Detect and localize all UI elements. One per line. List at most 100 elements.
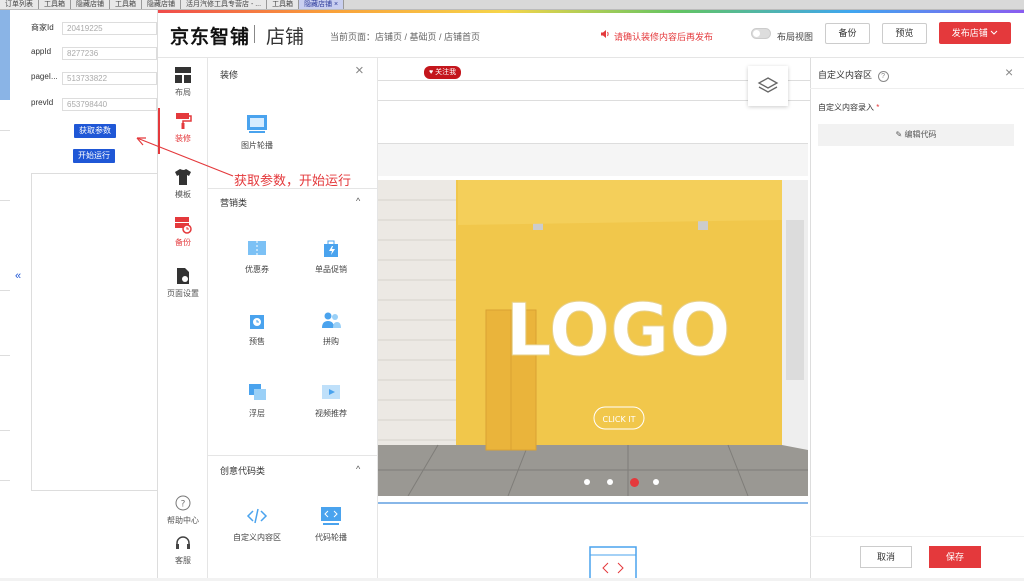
sidebar-item-service[interactable]: 客服 (158, 534, 208, 566)
comp-custom-area-label: 自定义内容区 (233, 533, 281, 542)
video-play-icon (322, 385, 340, 399)
page-id-input[interactable]: 513733822 (62, 72, 157, 85)
sidebar-item-backup-label: 备份 (175, 238, 191, 247)
tab-hidden-shop-1[interactable]: 隐藏店铺 (71, 0, 110, 9)
carousel-dot[interactable] (607, 479, 613, 485)
collapse-panel-icon[interactable]: « (15, 270, 21, 282)
required-mark: * (876, 103, 880, 112)
close-icon[interactable]: × (1005, 64, 1013, 80)
headset-icon (176, 536, 190, 549)
tab-hidden-shop-active[interactable]: 隐藏店铺 × (299, 0, 345, 9)
backup-button[interactable]: 备份 (825, 23, 870, 44)
tab-order-list[interactable]: 订单列表 (0, 0, 39, 9)
section-divider (208, 455, 378, 456)
tab-toolbox-1[interactable]: 工具箱 (39, 0, 71, 9)
prev-id-input[interactable]: 653798440 (62, 98, 157, 111)
annotation-arrow (136, 137, 234, 177)
code-carousel-icon (321, 507, 341, 525)
canvas-line (378, 100, 810, 101)
help-circle-icon[interactable]: ? (877, 71, 889, 82)
property-panel-title: 自定义内容区 (818, 70, 873, 80)
chevron-up-icon[interactable]: ^ (356, 464, 360, 474)
tab-toolbox-3[interactable]: 工具箱 (267, 0, 300, 9)
tab-toolbox-2[interactable]: 工具箱 (110, 0, 142, 9)
start-run-button[interactable]: 开始运行 (73, 149, 115, 163)
tab-auto-repair-store[interactable]: 活月汽修工具专营店 - ... (181, 0, 268, 9)
code-window-icon (588, 545, 638, 581)
publish-store-label: 发布店铺 (951, 28, 988, 38)
close-icon[interactable]: × (355, 62, 364, 79)
layers-button[interactable] (748, 66, 788, 106)
carousel-dot[interactable] (584, 479, 590, 485)
group-users-icon (322, 312, 341, 328)
comp-code-carousel-label: 代码轮播 (315, 533, 347, 542)
layers-icon (757, 77, 779, 93)
image-carousel-icon (247, 115, 267, 133)
svg-text:?: ? (181, 500, 186, 510)
panel-title: 装修 (220, 70, 239, 80)
section-creative-code: 创意代码类 (220, 466, 266, 476)
carousel-dot[interactable] (653, 479, 659, 485)
banner-click-button[interactable]: CLICK IT (602, 415, 635, 424)
layout-view-toggle[interactable] (751, 28, 771, 39)
layout-view-label: 布局视图 (777, 32, 814, 42)
comp-coupon[interactable]: 优惠券 (222, 238, 292, 275)
comp-image-carousel-label: 图片轮播 (241, 141, 273, 150)
banner-bottom-line (378, 502, 808, 504)
tab-hidden-shop-2[interactable]: 隐藏店铺 (142, 0, 181, 9)
browser-tab-strip: 订单列表 工具箱 隐藏店铺 工具箱 隐藏店铺 活月汽修工具专营店 - ... 工… (0, 0, 1024, 10)
sidebar-item-layout[interactable]: 布局 (158, 66, 208, 98)
annotation-text: 获取参数，开始运行 (234, 173, 352, 188)
save-button[interactable]: 保存 (929, 546, 981, 568)
sidebar-item-help[interactable]: ? 帮助中心 (158, 494, 208, 526)
heart-icon: ♥ (429, 69, 434, 76)
float-layer-icon (249, 384, 266, 400)
presale-icon (250, 315, 264, 329)
follow-me-button[interactable]: ♥ 关注我 (424, 66, 462, 79)
speaker-icon (600, 29, 610, 42)
cancel-button[interactable]: 取消 (860, 546, 912, 568)
help-icon: ? (175, 495, 191, 511)
field-label-merchant-id: 商家Id (31, 23, 54, 32)
custom-content-label: 自定义内容录入 (818, 103, 874, 112)
comp-group-buy[interactable]: 拼购 (296, 310, 366, 347)
brand-subtitle: 店铺 (266, 27, 305, 48)
chevron-down-icon (990, 28, 998, 38)
brand-logo: 京东智铺 (170, 27, 251, 48)
comp-float-layer[interactable]: 浮层 (222, 382, 292, 419)
carousel-dot[interactable] (630, 478, 639, 487)
breadcrumb: 当前页面：店铺页 / 基础页 / 店铺首页 (330, 32, 481, 42)
edit-code-button[interactable]: ✎ 编辑代码 (818, 124, 1014, 146)
comp-video-rec[interactable]: 视频推荐 (296, 382, 366, 419)
follow-me-label: 关注我 (435, 69, 457, 76)
canvas-nav-band[interactable] (378, 143, 808, 176)
publish-store-button[interactable]: 发布店铺 (939, 22, 1011, 44)
comp-presale[interactable]: 预售 (222, 310, 292, 347)
backup-icon (175, 217, 192, 234)
chevron-up-icon[interactable]: ^ (356, 196, 360, 206)
section-marketing: 营销类 (220, 198, 248, 208)
property-panel-header: 自定义内容区 ? (818, 68, 889, 82)
sidebar-item-page-settings[interactable]: 页面设置 (158, 267, 208, 299)
app-id-input[interactable]: 8277236 (62, 47, 157, 60)
get-params-button[interactable]: 获取参数 (74, 124, 116, 138)
merchant-id-input[interactable]: 20419225 (62, 22, 157, 35)
banner-image[interactable]: LOGO CLICK IT (378, 180, 808, 496)
sidebar-item-backup[interactable]: 备份 (158, 216, 208, 248)
edit-icon: ✎ (895, 130, 903, 139)
field-label-prev-id: prevId (31, 98, 54, 107)
comp-video-rec-label: 视频推荐 (315, 409, 347, 418)
comp-custom-area[interactable]: 自定义内容区 (222, 506, 292, 543)
comp-float-layer-label: 浮层 (249, 409, 265, 418)
field-label-app-id: appId (31, 47, 52, 56)
comp-coupon-label: 优惠券 (245, 265, 269, 274)
sidebar-item-service-label: 客服 (175, 556, 191, 565)
sidebar-item-template-label: 模板 (175, 190, 191, 199)
comp-single-promo[interactable]: 单品促销 (296, 238, 366, 275)
log-output-box (31, 173, 158, 491)
banner-scene: LOGO CLICK IT (378, 180, 808, 496)
canvas-line (378, 80, 810, 81)
comp-code-carousel[interactable]: 代码轮播 (296, 506, 366, 543)
code-icon (246, 508, 268, 524)
preview-button[interactable]: 预览 (882, 23, 927, 44)
